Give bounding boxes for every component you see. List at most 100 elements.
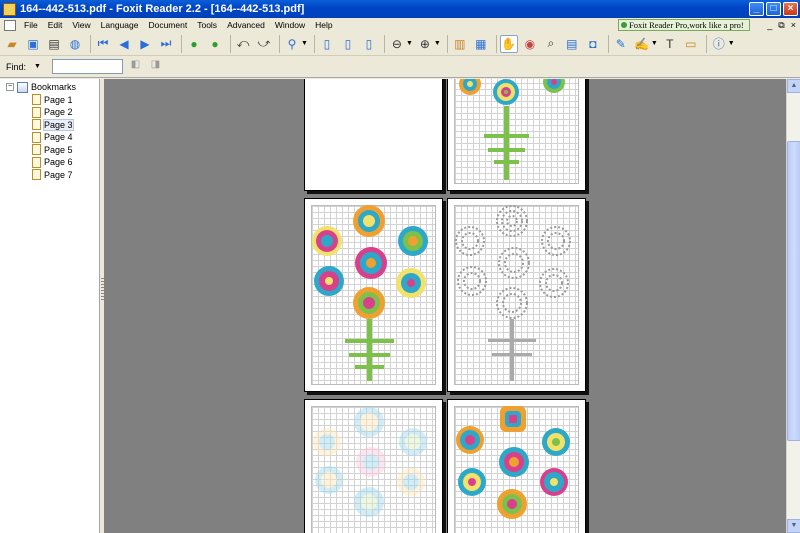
toolbar-separator xyxy=(383,34,385,53)
find-previous-icon[interactable]: ◧ xyxy=(128,59,143,74)
email-icon[interactable]: ◍ xyxy=(66,35,84,53)
continuous-icon[interactable]: ▦ xyxy=(472,35,490,53)
toolbar-separator xyxy=(230,34,231,53)
mdi-minimize-button[interactable]: _ xyxy=(767,18,772,32)
bookmark-page-1[interactable]: Page 1 xyxy=(6,94,76,107)
maximize-button[interactable]: □ xyxy=(766,2,781,16)
find-next-icon[interactable]: ◨ xyxy=(148,59,163,74)
toolbar-separator xyxy=(313,34,315,53)
chevron-down-icon[interactable]: ▼ xyxy=(434,40,441,47)
bookmark-label: Page 2 xyxy=(44,107,73,118)
mdi-close-button[interactable]: × xyxy=(791,18,796,32)
menu-advanced[interactable]: Advanced xyxy=(222,19,270,31)
last-page-icon[interactable]: ⏭ xyxy=(157,35,175,53)
document-icon[interactable] xyxy=(4,19,16,31)
window-title: 164--442-513.pdf - Foxit Reader 2.2 - [1… xyxy=(20,3,305,15)
menu-help[interactable]: Help xyxy=(310,19,337,31)
note-icon[interactable]: ▭ xyxy=(682,35,700,53)
chevron-down-icon[interactable]: ▼ xyxy=(651,40,658,47)
pencil-icon[interactable]: ✎ xyxy=(612,35,630,53)
chevron-down-icon[interactable]: ▼ xyxy=(301,40,308,47)
bookmark-label: Page 5 xyxy=(44,144,73,155)
info-icon[interactable]: ⓘ xyxy=(710,35,728,53)
menu-document[interactable]: Document xyxy=(143,19,192,31)
first-page-icon[interactable]: ⏮ xyxy=(94,35,112,53)
fit-page-icon[interactable]: ▯ xyxy=(339,35,357,53)
page-icon xyxy=(32,119,41,131)
save-icon[interactable]: ▣ xyxy=(24,35,42,53)
rotate-right-icon[interactable]: ⤻ xyxy=(255,35,273,53)
highlight-icon[interactable]: ✍ xyxy=(633,35,651,53)
toolbar-separator xyxy=(705,34,707,53)
menu-language[interactable]: Language xyxy=(96,19,144,31)
title-bar: 164--442-513.pdf - Foxit Reader 2.2 - [1… xyxy=(0,0,800,18)
document-viewer[interactable] xyxy=(104,79,786,533)
prev-page-icon[interactable]: ◀ xyxy=(115,35,133,53)
page-icon xyxy=(32,131,41,143)
bookmark-page-3[interactable]: Page 3 xyxy=(6,118,76,132)
chevron-down-icon[interactable]: ▼ xyxy=(406,40,413,47)
close-button[interactable]: × xyxy=(783,2,798,16)
bookmark-label: Page 7 xyxy=(44,169,73,180)
leaf-icon xyxy=(621,22,627,28)
page-icon xyxy=(32,94,41,106)
bookmarks-root-label: Bookmarks xyxy=(31,82,77,93)
find-options-dropdown[interactable]: ▼ xyxy=(34,63,46,70)
find-icon[interactable]: ⌕ xyxy=(542,35,560,53)
go-forward-icon[interactable]: ● xyxy=(206,35,224,53)
bookmark-page-4[interactable]: Page 4 xyxy=(6,131,76,144)
actual-size-icon[interactable]: ▯ xyxy=(318,35,336,53)
zoom-tool-icon[interactable]: ⚲ xyxy=(283,35,301,53)
app-icon xyxy=(3,2,16,16)
fit-width-icon[interactable]: ▯ xyxy=(360,35,378,53)
open-icon[interactable]: ▰ xyxy=(3,35,21,53)
bookmarks-root[interactable]: − Bookmarks xyxy=(6,81,76,94)
scroll-down-icon[interactable]: ▼ xyxy=(787,519,800,533)
next-page-icon[interactable]: ▶ xyxy=(136,35,154,53)
bookmark-label: Page 3 xyxy=(43,118,74,131)
minimize-button[interactable]: _ xyxy=(749,2,764,16)
bookmark-page-6[interactable]: Page 6 xyxy=(6,156,76,169)
page-icon xyxy=(32,144,41,156)
menu-file[interactable]: File xyxy=(19,19,43,31)
promo-banner[interactable]: Foxit Reader Pro,work like a pro! xyxy=(618,19,750,31)
find-input[interactable] xyxy=(52,59,124,74)
camera-icon[interactable]: ◘ xyxy=(584,35,602,53)
toolbar-separator xyxy=(90,34,91,53)
toolbar-separator xyxy=(181,34,182,53)
bookmark-label: Page 4 xyxy=(44,132,73,143)
bookmarks-icon xyxy=(17,81,28,93)
toolbar-separator xyxy=(279,34,280,53)
single-page-icon[interactable]: ▥ xyxy=(451,35,469,53)
snapshot-icon[interactable]: ◉ xyxy=(521,35,539,53)
menu-window[interactable]: Window xyxy=(270,19,310,31)
flower-pattern-color xyxy=(312,205,428,381)
page-icon xyxy=(32,169,41,181)
flower-pattern-symbols xyxy=(455,205,571,381)
mdi-restore-button[interactable]: ⧉ xyxy=(778,18,784,32)
go-back-icon[interactable]: ● xyxy=(185,35,203,53)
pdf-page-symbol-pattern xyxy=(447,198,586,392)
menu-tools[interactable]: Tools xyxy=(192,19,222,31)
pdf-page-faded-pattern xyxy=(304,399,443,533)
chevron-down-icon[interactable]: ▼ xyxy=(728,40,735,47)
vertical-scrollbar[interactable]: ▲ ▼ xyxy=(786,79,800,533)
bookmark-page-5[interactable]: Page 5 xyxy=(6,144,76,157)
zoom-in-icon[interactable]: ⊕ xyxy=(416,35,434,53)
scroll-up-icon[interactable]: ▲ xyxy=(787,79,800,93)
hand-tool-icon[interactable]: ✋ xyxy=(499,34,518,53)
promo-text: Foxit Reader Pro,work like a pro! xyxy=(629,20,744,30)
menu-edit[interactable]: Edit xyxy=(43,19,68,31)
zoom-out-icon[interactable]: ⊖ xyxy=(388,35,406,53)
select-text-icon[interactable]: ▤ xyxy=(563,35,581,53)
rotate-left-icon[interactable]: ⤺ xyxy=(234,35,252,53)
scrollbar-thumb[interactable] xyxy=(787,141,800,441)
mdi-controls: _ ⧉ × xyxy=(767,18,796,32)
page-icon xyxy=(32,156,41,168)
print-icon[interactable]: ▤ xyxy=(45,35,63,53)
collapse-icon[interactable]: − xyxy=(6,83,14,92)
bookmark-page-2[interactable]: Page 2 xyxy=(6,106,76,119)
typewriter-icon[interactable]: T xyxy=(661,35,679,53)
menu-view[interactable]: View xyxy=(67,19,95,31)
bookmark-page-7[interactable]: Page 7 xyxy=(6,169,76,182)
